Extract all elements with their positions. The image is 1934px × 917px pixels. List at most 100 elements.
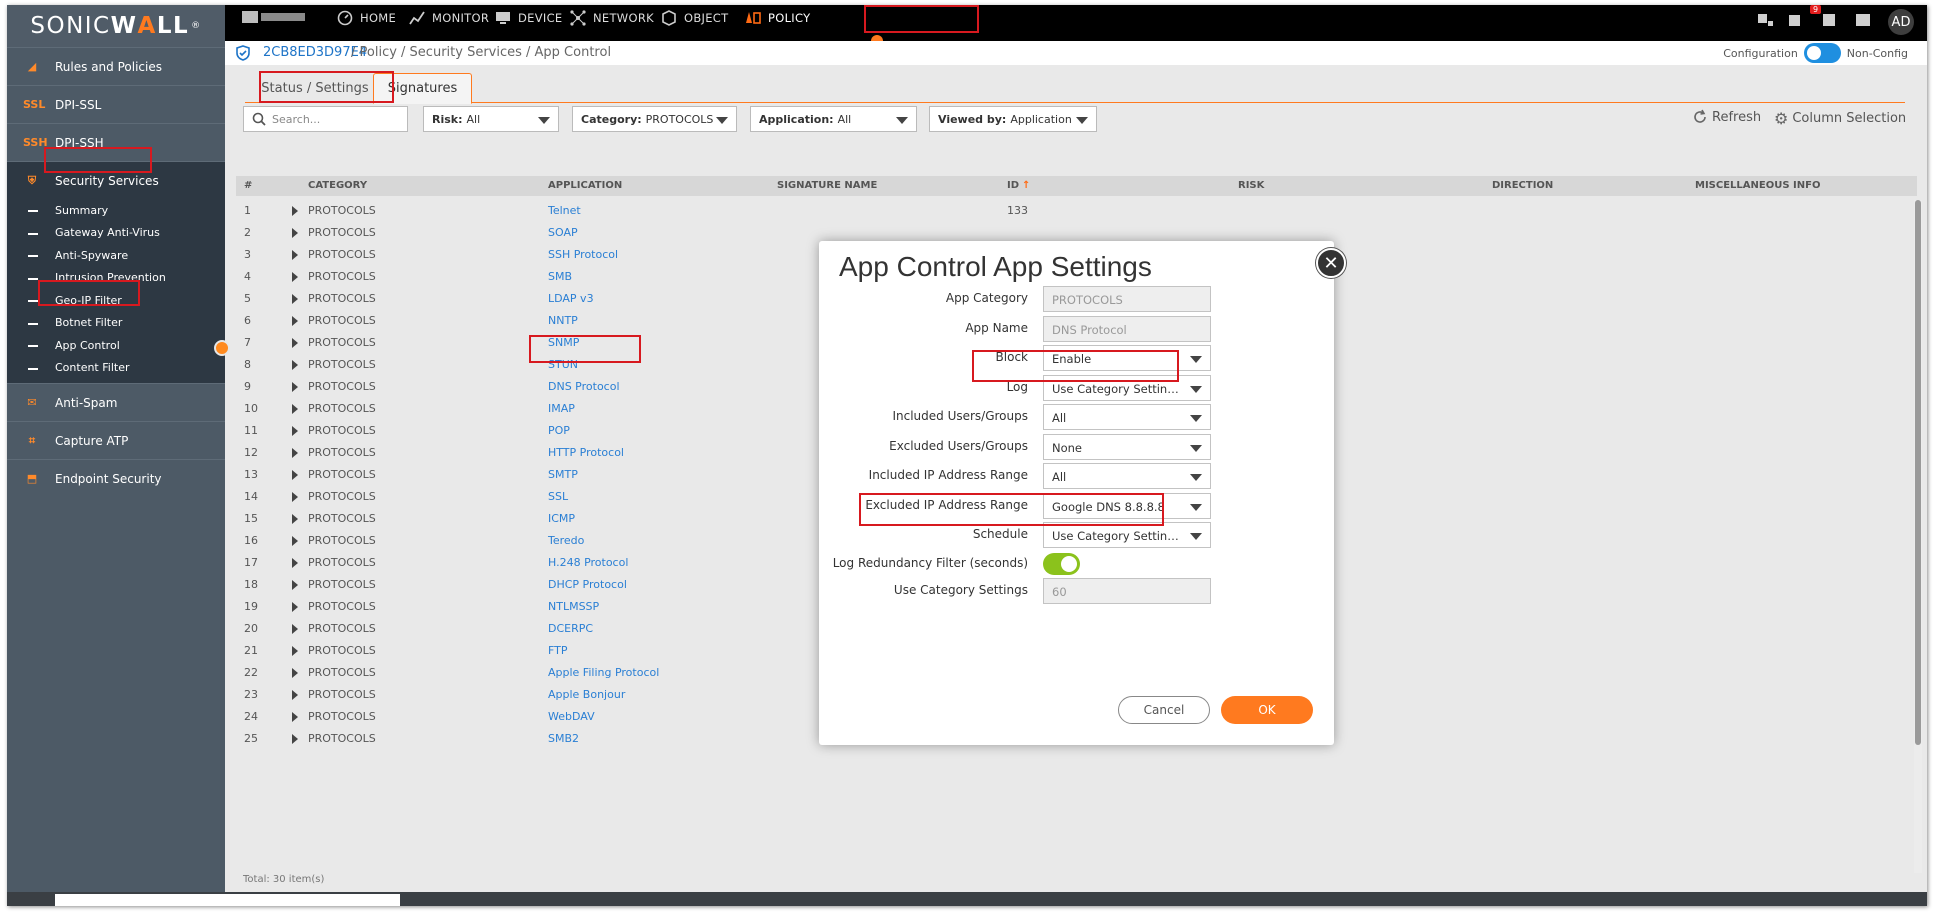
row-application-link[interactable]: IMAP [548, 402, 575, 415]
row-application-link[interactable]: DCERPC [548, 622, 593, 635]
column-header[interactable]: APPLICATION [548, 180, 622, 191]
expand-row-icon[interactable] [292, 470, 298, 480]
row-application-link[interactable]: FTP [548, 644, 568, 657]
table-scrollbar[interactable] [1914, 200, 1922, 873]
refresh-button[interactable]: Refresh [1692, 109, 1761, 125]
row-application-link[interactable]: SSH Protocol [548, 248, 618, 261]
row-application-link[interactable]: WebDAV [548, 710, 595, 723]
sidebar-subitem-summary[interactable]: Summary [7, 199, 225, 222]
expand-row-icon[interactable] [292, 338, 298, 348]
row-application-link[interactable]: NTLMSSP [548, 600, 599, 613]
expand-row-icon[interactable] [292, 250, 298, 260]
sidebar-item-endpoint-security[interactable]: ⬒ Endpoint Security [7, 459, 225, 497]
row-application-link[interactable]: DNS Protocol [548, 380, 620, 393]
column-header[interactable]: SIGNATURE NAME [777, 180, 877, 191]
sidebar-subitem-geo-ip-filter[interactable]: Geo-IP Filter [7, 289, 225, 312]
expand-row-icon[interactable] [292, 294, 298, 304]
expand-row-icon[interactable] [292, 690, 298, 700]
table-row[interactable]: 1 PROTOCOLS Telnet 133 [236, 200, 1917, 222]
column-header[interactable]: DIRECTION [1492, 180, 1553, 191]
row-application-link[interactable]: HTTP Protocol [548, 446, 624, 459]
schedule-select[interactable]: Use Category Settings [1043, 522, 1211, 548]
tab-signatures[interactable]: Signatures [373, 73, 472, 104]
row-application-link[interactable]: SNMP [548, 336, 579, 349]
row-application-link[interactable]: Apple Bonjour [548, 688, 625, 701]
expand-row-icon[interactable] [292, 448, 298, 458]
expand-row-icon[interactable] [292, 712, 298, 722]
row-application-link[interactable]: POP [548, 424, 570, 437]
row-application-link[interactable]: SSL [548, 490, 568, 503]
sidebar-item-capture-atp[interactable]: ⌗ Capture ATP [7, 421, 225, 459]
row-application-link[interactable]: NNTP [548, 314, 578, 327]
close-button[interactable]: ✕ [1316, 248, 1346, 278]
save-icon[interactable] [1853, 10, 1875, 30]
tab-status-settings[interactable]: Status / Settings [259, 73, 371, 104]
row-application-link[interactable]: SMB [548, 270, 572, 283]
expand-row-icon[interactable] [292, 536, 298, 546]
nav-object[interactable]: OBJECT [661, 5, 728, 31]
sidebar-subitem-app-control[interactable]: App Control [7, 334, 230, 357]
sidebar-subitem-botnet-filter[interactable]: Botnet Filter [7, 312, 225, 335]
risk-filter[interactable]: Risk: All [423, 106, 559, 132]
mode-toggle[interactable] [1803, 43, 1841, 63]
row-application-link[interactable]: H.248 Protocol [548, 556, 628, 569]
user-avatar[interactable]: AD [1888, 9, 1914, 35]
row-application-link[interactable]: SMTP [548, 468, 578, 481]
apps-icon[interactable] [1819, 10, 1841, 30]
search-input[interactable]: Search... [243, 106, 408, 132]
expand-row-icon[interactable] [292, 514, 298, 524]
log-redundancy-filter-seconds-toggle[interactable] [1043, 553, 1080, 575]
column-header[interactable]: RISK [1238, 180, 1264, 191]
row-application-link[interactable]: LDAP v3 [548, 292, 594, 305]
expand-row-icon[interactable] [292, 404, 298, 414]
expand-row-icon[interactable] [292, 272, 298, 282]
sidebar-item-anti-spam[interactable]: ✉ Anti-Spam [7, 383, 225, 421]
row-application-link[interactable]: SOAP [548, 226, 578, 239]
row-application-link[interactable]: ICMP [548, 512, 575, 525]
excluded-ip-address-range-select[interactable]: Google DNS 8.8.8.8 [1043, 493, 1211, 519]
expand-row-icon[interactable] [292, 734, 298, 744]
grid-icon[interactable] [1754, 10, 1776, 30]
sidebar-subitem-gateway-anti-virus[interactable]: Gateway Anti-Virus [7, 222, 225, 245]
row-application-link[interactable]: Telnet [548, 204, 581, 217]
expand-row-icon[interactable] [292, 602, 298, 612]
expand-row-icon[interactable] [292, 580, 298, 590]
sidebar-subitem-content-filter[interactable]: Content Filter [7, 357, 225, 380]
excluded-users-groups-select[interactable]: None [1043, 434, 1211, 460]
expand-row-icon[interactable] [292, 360, 298, 370]
expand-row-icon[interactable] [292, 558, 298, 568]
nav-device[interactable]: DEVICE [495, 5, 562, 31]
nav-network[interactable]: NETWORK [570, 5, 654, 31]
included-users-groups-select[interactable]: All [1043, 404, 1211, 430]
sidebar-item-security-services[interactable]: ⛨ Security Services [7, 161, 225, 199]
expand-row-icon[interactable] [292, 668, 298, 678]
block-select[interactable]: Enable [1043, 345, 1211, 371]
row-application-link[interactable]: STUN [548, 358, 578, 371]
row-application-link[interactable]: SMB2 [548, 732, 579, 745]
sidebar-item-dpi-ssh[interactable]: SSH DPI-SSH [7, 123, 225, 161]
sidebar-subitem-intrusion-prevention[interactable]: Intrusion Prevention [7, 267, 225, 290]
config-mode-switch[interactable]: Configuration Non-Config [1723, 43, 1908, 63]
column-header[interactable]: ID [1007, 180, 1019, 191]
expand-row-icon[interactable] [292, 382, 298, 392]
log-select[interactable]: Use Category Settings [1043, 375, 1211, 401]
expand-row-icon[interactable] [292, 228, 298, 238]
row-application-link[interactable]: Teredo [548, 534, 584, 547]
sidebar-item-dpi-ssl[interactable]: SSL DPI-SSL [7, 85, 225, 123]
ok-button[interactable]: OK [1221, 696, 1313, 724]
viewed-by-filter[interactable]: Viewed by: Application [929, 106, 1097, 132]
row-application-link[interactable]: DHCP Protocol [548, 578, 627, 591]
nav-monitor[interactable]: MONITOR [409, 5, 489, 31]
column-header[interactable]: CATEGORY [308, 180, 367, 191]
sidebar-item-rules-and-policies[interactable]: ◢ Rules and Policies [7, 47, 225, 85]
sidebar-subitem-anti-spyware[interactable]: Anti-Spyware [7, 244, 225, 267]
notification-icon[interactable] [1786, 10, 1808, 30]
expand-row-icon[interactable] [292, 316, 298, 326]
category-filter[interactable]: Category: PROTOCOLS [572, 106, 737, 132]
expand-row-icon[interactable] [292, 492, 298, 502]
expand-row-icon[interactable] [292, 646, 298, 656]
expand-row-icon[interactable] [292, 206, 298, 216]
application-filter[interactable]: Application: All [750, 106, 917, 132]
cancel-button[interactable]: Cancel [1118, 696, 1210, 724]
expand-row-icon[interactable] [292, 426, 298, 436]
